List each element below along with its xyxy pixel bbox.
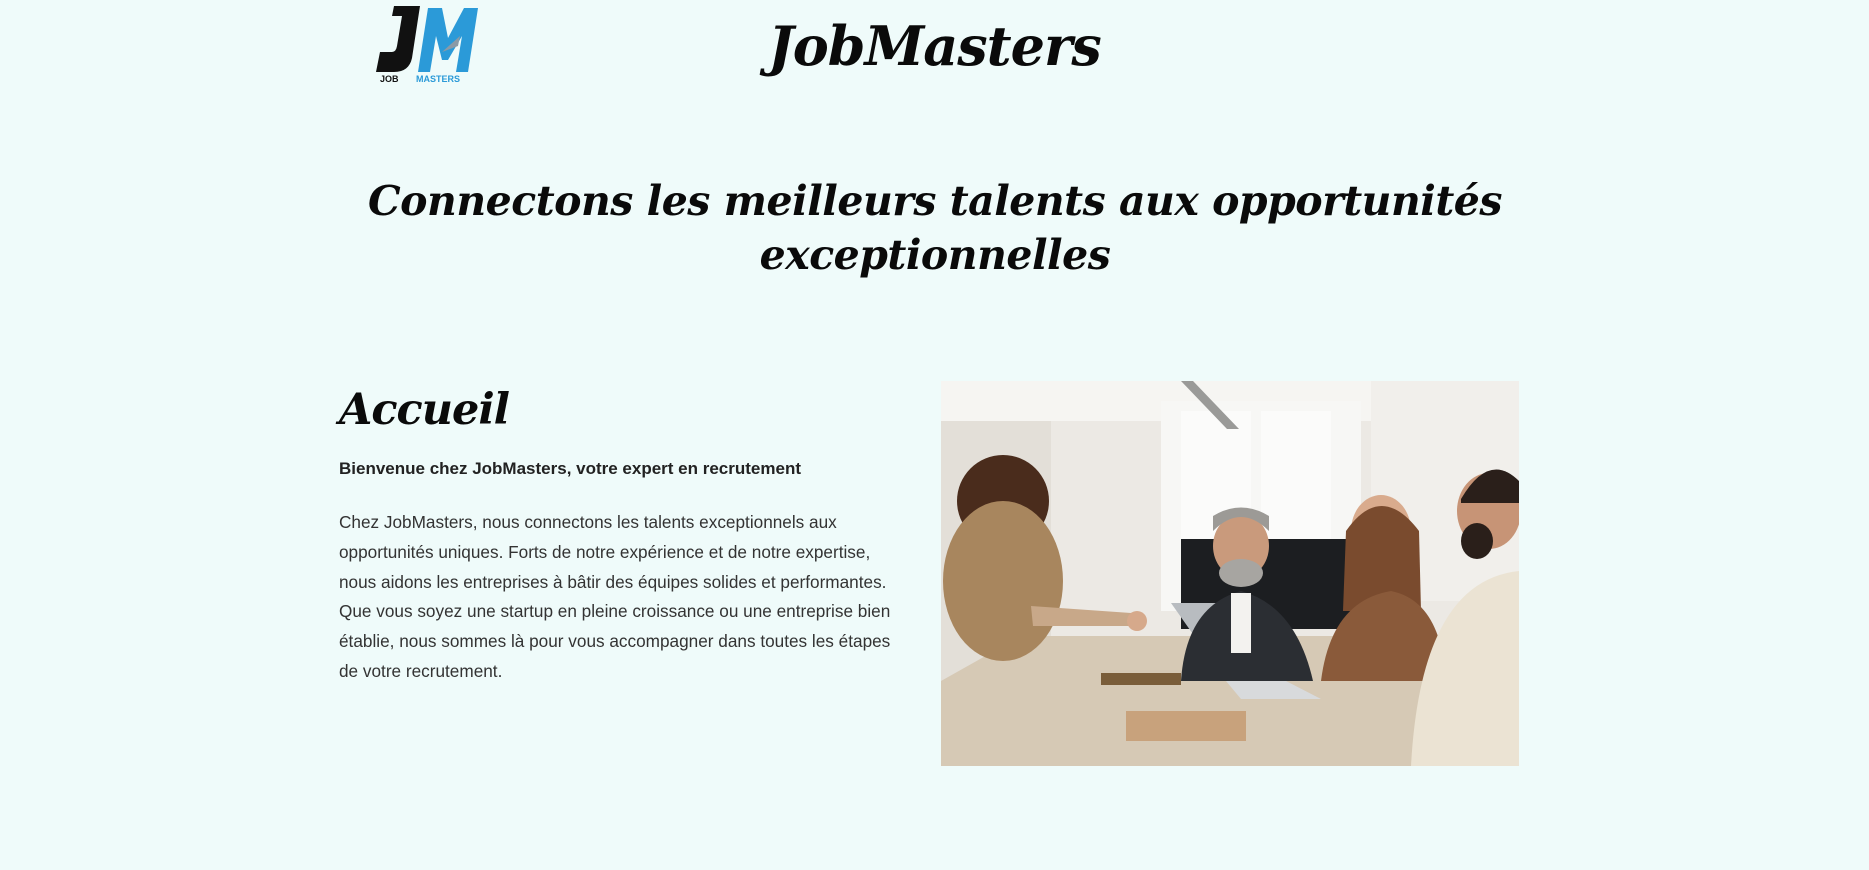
home-text-column: Accueil Bienvenue chez JobMasters, votre… bbox=[339, 380, 909, 687]
site-header: JOB MASTERS JobMasters bbox=[0, 0, 1869, 100]
site-title: JobMasters bbox=[768, 14, 1102, 78]
body-paragraph: Chez JobMasters, nous connectons les tal… bbox=[339, 512, 891, 681]
section-heading: Accueil bbox=[339, 385, 510, 435]
home-section: Accueil Bienvenue chez JobMasters, votre… bbox=[339, 380, 1519, 770]
meeting-handshake-photo bbox=[941, 381, 1519, 766]
intro-text: Bienvenue chez JobMasters, votre expert … bbox=[339, 459, 801, 478]
meeting-photo-illustration bbox=[941, 381, 1519, 766]
hero-tagline: Connectons les meilleurs talents aux opp… bbox=[368, 177, 1502, 279]
